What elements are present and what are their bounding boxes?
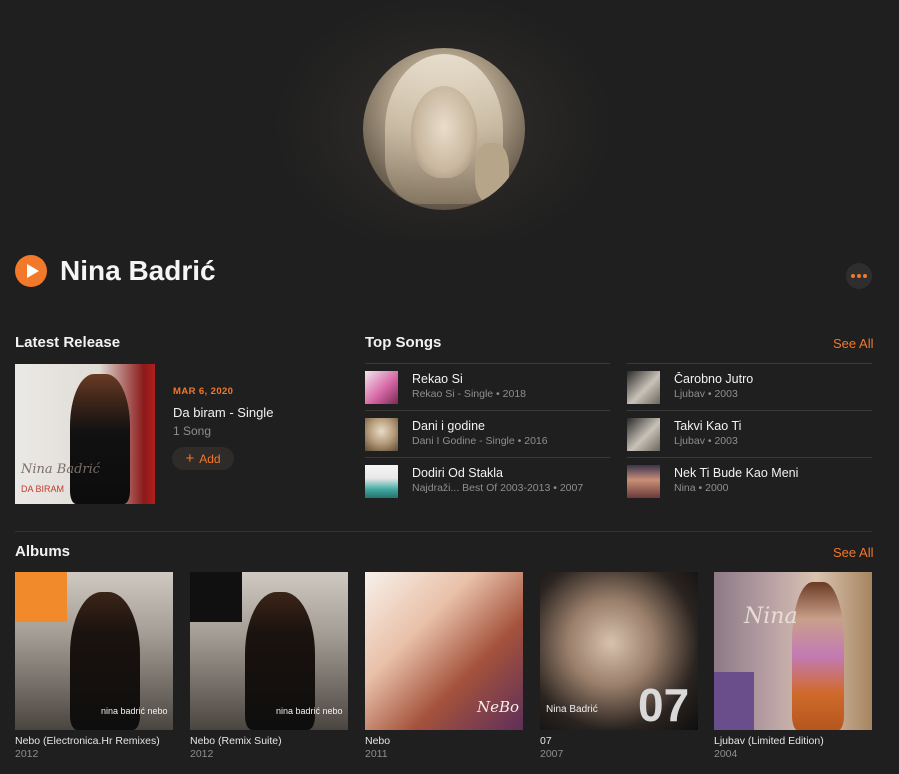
song-subtitle: Ljubav • 2003 bbox=[674, 388, 738, 400]
song-subtitle: Najdraži... Best Of 2003-2013 • 2007 bbox=[412, 482, 584, 494]
album-cover: nina badrić nebo bbox=[15, 572, 173, 730]
album-year: 2012 bbox=[190, 748, 214, 760]
album-year: 2012 bbox=[15, 748, 39, 760]
album-title: Ljubav (Limited Edition) bbox=[714, 735, 824, 747]
song-title: Dani i godine bbox=[412, 419, 485, 433]
cover-badge bbox=[15, 572, 67, 622]
album-cover: Nina Badrić 07 bbox=[540, 572, 698, 730]
albums-heading: Albums bbox=[15, 543, 71, 560]
album-card[interactable]: Nina Ljubav (Limited Edition) 2004 bbox=[714, 572, 872, 761]
song-artwork bbox=[627, 370, 660, 404]
artist-name: Nina Badrić bbox=[60, 255, 216, 286]
plus-icon: + bbox=[185, 450, 195, 467]
release-song-count: 1 Song bbox=[173, 424, 212, 438]
song-row[interactable]: Takvi Kao Ti Ljubav • 2003 bbox=[627, 410, 872, 457]
cover-figure bbox=[792, 582, 844, 730]
top-songs-heading: Top Songs bbox=[365, 334, 442, 351]
play-button[interactable] bbox=[15, 255, 47, 287]
cover-badge bbox=[190, 572, 242, 622]
song-row[interactable]: Čarobno Jutro Ljubav • 2003 bbox=[627, 363, 872, 410]
song-title: Čarobno Jutro bbox=[674, 372, 754, 386]
song-row[interactable]: Rekao Si Rekao Si - Single • 2018 bbox=[365, 363, 610, 410]
play-icon bbox=[26, 264, 39, 278]
latest-release-heading: Latest Release bbox=[15, 334, 121, 351]
more-icon bbox=[851, 274, 855, 278]
album-card[interactable]: nina badrić nebo Nebo (Remix Suite) 2012 bbox=[190, 572, 348, 761]
release-title[interactable]: Da biram - Single bbox=[173, 405, 273, 420]
avatar-hand bbox=[475, 143, 509, 203]
song-title: Rekao Si bbox=[412, 372, 463, 386]
song-subtitle: Ljubav • 2003 bbox=[674, 435, 738, 447]
song-subtitle: Nina • 2000 bbox=[674, 482, 729, 494]
song-title: Takvi Kao Ti bbox=[674, 419, 742, 433]
song-artwork bbox=[627, 464, 660, 498]
top-songs-list-right: Čarobno Jutro Ljubav • 2003 Takvi Kao Ti L… bbox=[627, 363, 872, 504]
more-options-button[interactable] bbox=[846, 263, 872, 289]
song-artwork bbox=[365, 417, 398, 451]
top-songs-list-left: Rekao Si Rekao Si - Single • 2018 Dani i … bbox=[365, 363, 610, 504]
release-date: MAR 6, 2020 bbox=[173, 386, 234, 397]
album-cover: NeBo bbox=[365, 572, 523, 730]
add-button[interactable]: + Add bbox=[172, 447, 234, 470]
album-title: 07 bbox=[540, 735, 552, 747]
avatar-face bbox=[411, 86, 477, 178]
cover-text: nina badrić nebo bbox=[276, 706, 343, 716]
cover-caption: DA BIRAM bbox=[21, 484, 65, 494]
more-icon-dot bbox=[863, 274, 867, 278]
song-artwork bbox=[365, 464, 398, 498]
album-title: Nebo (Remix Suite) bbox=[190, 735, 282, 747]
cover-figure bbox=[70, 374, 130, 504]
albums-see-all-link[interactable]: See All bbox=[833, 545, 873, 560]
album-year: 2011 bbox=[365, 748, 388, 760]
cover-text: nina badrić nebo bbox=[101, 706, 168, 716]
cover-signature: Nina Badrić bbox=[21, 462, 101, 477]
song-row[interactable]: Dani i godine Dani I Godine - Single • 20… bbox=[365, 410, 610, 457]
album-cover: nina badrić nebo bbox=[190, 572, 348, 730]
artist-avatar bbox=[363, 48, 525, 210]
add-label: Add bbox=[199, 451, 221, 466]
album-title: Nebo bbox=[365, 735, 391, 747]
song-title: Nek Ti Bude Kao Meni bbox=[674, 466, 799, 480]
cover-text: 07 bbox=[638, 679, 690, 730]
song-artwork bbox=[365, 370, 398, 404]
song-artwork bbox=[627, 417, 660, 451]
artist-title-row: Nina Badrić bbox=[15, 255, 216, 287]
album-card[interactable]: Nina Badrić 07 07 2007 bbox=[540, 572, 698, 761]
song-row[interactable]: Dodiri Od Stakla Najdraži... Best Of 2003… bbox=[365, 457, 610, 504]
song-title: Dodiri Od Stakla bbox=[412, 466, 504, 480]
album-card[interactable]: NeBo Nebo 2011 bbox=[365, 572, 523, 761]
cover-text: NeBo bbox=[477, 698, 520, 716]
album-title: Nebo (Electronica.Hr Remixes) bbox=[15, 735, 160, 747]
cover-text: Nina bbox=[744, 604, 798, 629]
song-subtitle: Rekao Si - Single • 2018 bbox=[412, 388, 526, 400]
latest-release-cover[interactable]: Nina Badrić DA BIRAM bbox=[15, 364, 155, 504]
album-year: 2007 bbox=[540, 748, 564, 760]
cover-name: Nina Badrić bbox=[546, 704, 598, 715]
album-cover: Nina bbox=[714, 572, 872, 730]
song-row[interactable]: Nek Ti Bude Kao Meni Nina • 2000 bbox=[627, 457, 872, 504]
cover-block bbox=[714, 672, 754, 730]
section-divider bbox=[15, 531, 872, 532]
album-year: 2004 bbox=[714, 748, 738, 760]
song-subtitle: Dani I Godine - Single • 2016 bbox=[412, 435, 548, 447]
album-card[interactable]: nina badrić nebo Nebo (Electronica.Hr Re… bbox=[15, 572, 173, 761]
more-icon-dot bbox=[857, 274, 861, 278]
top-songs-see-all-link[interactable]: See All bbox=[833, 336, 873, 351]
